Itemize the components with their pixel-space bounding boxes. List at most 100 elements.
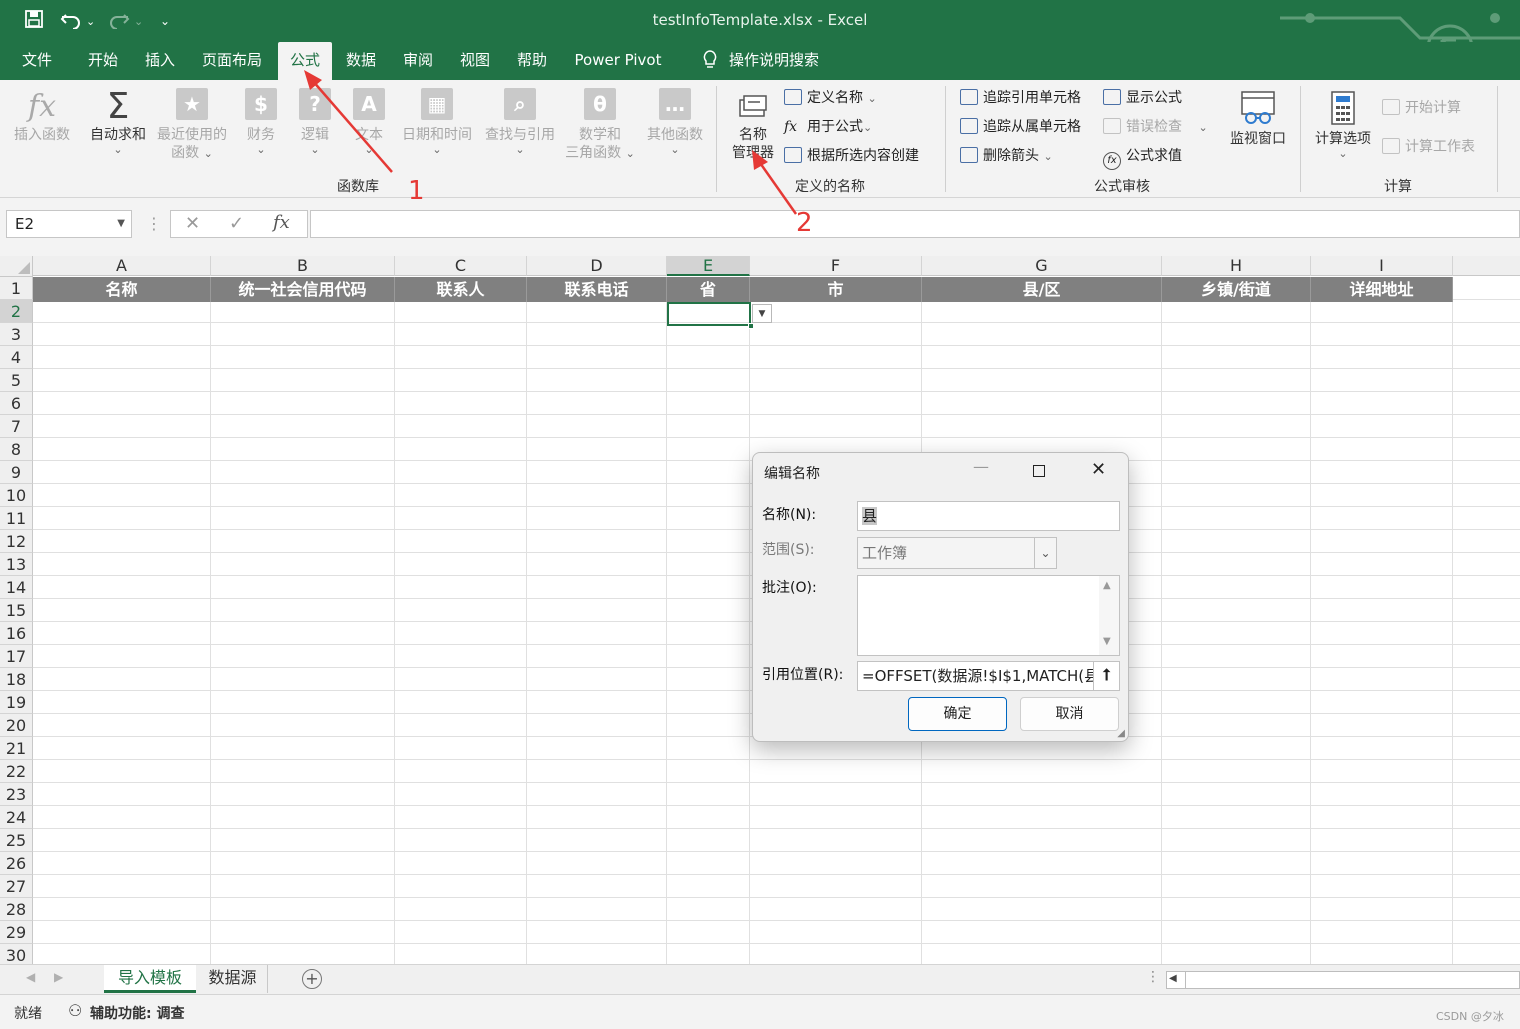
- row-gridline: [33, 368, 1520, 369]
- row-header[interactable]: 15: [0, 599, 33, 622]
- annotation-arrows: [304, 70, 798, 215]
- splitter-grip-icon[interactable]: ⋮: [1146, 969, 1160, 985]
- accessibility-icon[interactable]: ⚇: [68, 1001, 82, 1020]
- header-cell[interactable]: 省: [667, 277, 750, 302]
- dialog-title: 编辑名称: [764, 466, 820, 482]
- cancel-button[interactable]: 取消: [1020, 697, 1119, 731]
- status-bar: 就绪 ⚇ 辅助功能: 调查 CSDN @夕冰: [0, 994, 1520, 1029]
- row-header[interactable]: 27: [0, 875, 33, 898]
- collapse-dialog-icon[interactable]: ⭡: [1093, 662, 1119, 690]
- name-label: 名称(N):: [762, 507, 817, 523]
- fill-handle[interactable]: [748, 323, 754, 329]
- close-icon[interactable]: ✕: [1091, 459, 1106, 480]
- chevron-down-icon[interactable]: ⌄: [1034, 538, 1056, 568]
- scope-value: 工作簿: [862, 544, 908, 562]
- minimize-icon[interactable]: —: [973, 457, 989, 476]
- row-header[interactable]: 12: [0, 530, 33, 553]
- row-header[interactable]: 22: [0, 760, 33, 783]
- row-header[interactable]: 17: [0, 645, 33, 668]
- scroll-left-arrow-icon[interactable]: ◀: [1169, 973, 1177, 984]
- maximize-icon[interactable]: [1033, 465, 1045, 477]
- row-header[interactable]: 25: [0, 829, 33, 852]
- horizontal-scrollbar[interactable]: ◀: [1166, 971, 1520, 989]
- resize-grip-icon[interactable]: ◢: [1117, 728, 1125, 739]
- row-header[interactable]: 28: [0, 898, 33, 921]
- scroll-right-icon[interactable]: ▶: [54, 970, 63, 984]
- sheet-tab-data-source[interactable]: 数据源: [198, 965, 268, 993]
- comment-textarea[interactable]: [857, 575, 1120, 656]
- row-gridline: [33, 345, 1520, 346]
- row-header[interactable]: 29: [0, 921, 33, 944]
- refers-to-label: 引用位置(R):: [762, 667, 844, 683]
- row-gridline: [33, 391, 1520, 392]
- arrow-head-2: [752, 150, 768, 170]
- row-gridline: [33, 782, 1520, 783]
- row-gridline: [33, 851, 1520, 852]
- annotation-number-2: 2: [796, 208, 813, 238]
- header-cell[interactable]: 联系电话: [527, 277, 667, 302]
- row-gridline: [33, 920, 1520, 921]
- header-cell[interactable]: 乡镇/街道: [1162, 277, 1311, 302]
- excel-window: ⌄ ⌄ ⌄ testInfoTemplate.xlsx - Excel 文件 开…: [0, 0, 1520, 1029]
- comment-scrollbar[interactable]: ▲ ▼: [1099, 576, 1119, 655]
- column-gridline: [1452, 277, 1453, 964]
- row-header[interactable]: 7: [0, 415, 33, 438]
- scope-select[interactable]: 工作簿 ⌄: [857, 537, 1057, 569]
- row-header[interactable]: 10: [0, 484, 33, 507]
- row-header[interactable]: 26: [0, 852, 33, 875]
- header-cell[interactable]: 名称: [33, 277, 211, 302]
- row-header[interactable]: 5: [0, 369, 33, 392]
- watermark: CSDN @夕冰: [1436, 1010, 1504, 1023]
- annotation-number-1: 1: [408, 176, 425, 206]
- row-header[interactable]: 1: [0, 277, 33, 300]
- row-gridline: [33, 437, 1520, 438]
- row-header[interactable]: 20: [0, 714, 33, 737]
- row-header[interactable]: 8: [0, 438, 33, 461]
- row-header[interactable]: 23: [0, 783, 33, 806]
- row-header[interactable]: 13: [0, 553, 33, 576]
- sheet-tab-import-template[interactable]: 导入模板: [104, 965, 196, 993]
- row-gridline: [33, 759, 1520, 760]
- row-header[interactable]: 2: [0, 300, 33, 323]
- status-ready: 就绪: [14, 1006, 42, 1022]
- row-header[interactable]: 30: [0, 944, 33, 964]
- row-header[interactable]: 16: [0, 622, 33, 645]
- row-header[interactable]: 9: [0, 461, 33, 484]
- refers-to-field[interactable]: =OFFSET(数据源!$I$1,MATCH(县: [857, 661, 1120, 691]
- add-sheet-icon[interactable]: +: [302, 969, 322, 989]
- scrollbar-divider: [1185, 972, 1186, 988]
- row-header[interactable]: 3: [0, 323, 33, 346]
- row-gridline: [33, 828, 1520, 829]
- row-header[interactable]: 24: [0, 806, 33, 829]
- column-gridline: [749, 277, 750, 964]
- column-gridline: [666, 277, 667, 964]
- header-cell[interactable]: 统一社会信用代码: [211, 277, 395, 302]
- refers-to-value: =OFFSET(数据源!$I$1,MATCH(县: [862, 667, 1100, 685]
- scope-label: 范围(S):: [762, 542, 815, 558]
- scroll-left-icon[interactable]: ◀: [26, 970, 35, 984]
- column-gridline: [394, 277, 395, 964]
- row-gridline: [33, 805, 1520, 806]
- ok-button[interactable]: 确定: [908, 697, 1007, 731]
- selected-cell[interactable]: [667, 302, 754, 329]
- scroll-down-icon[interactable]: ▼: [1103, 636, 1111, 647]
- header-cell[interactable]: 县/区: [922, 277, 1162, 302]
- dropdown-arrow-icon[interactable]: ▼: [752, 304, 772, 323]
- row-header[interactable]: 14: [0, 576, 33, 599]
- header-cell[interactable]: 市: [750, 277, 922, 302]
- row-header[interactable]: 18: [0, 668, 33, 691]
- comment-label: 批注(O):: [762, 580, 817, 596]
- name-field[interactable]: 县: [857, 501, 1120, 531]
- row-header[interactable]: 19: [0, 691, 33, 714]
- scroll-up-icon[interactable]: ▲: [1103, 580, 1111, 591]
- accessibility-status[interactable]: 辅助功能: 调查: [90, 1003, 184, 1023]
- edit-name-dialog: 编辑名称 — ✕ 名称(N): 县 范围(S): 工作簿 ⌄ 批注(O): ▲ …: [752, 452, 1129, 742]
- header-cell[interactable]: 联系人: [395, 277, 527, 302]
- row-header[interactable]: 6: [0, 392, 33, 415]
- column-gridline: [1310, 277, 1311, 964]
- row-header[interactable]: 11: [0, 507, 33, 530]
- header-cell[interactable]: 详细地址: [1311, 277, 1453, 302]
- row-header[interactable]: 4: [0, 346, 33, 369]
- row-header[interactable]: 21: [0, 737, 33, 760]
- column-gridline: [526, 277, 527, 964]
